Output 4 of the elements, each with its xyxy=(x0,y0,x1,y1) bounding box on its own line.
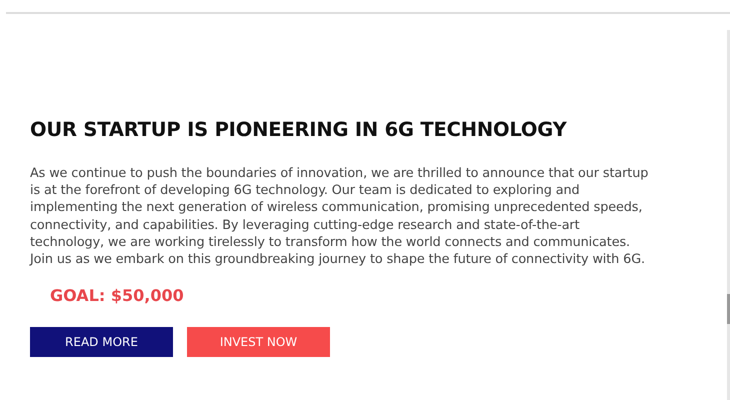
paragraph: As we continue to push the boundaries of innovation, we are thrilled to announce that our startup is at the forefront of developing 6G technology. Our team is dedicated to exploring and implementing the next generation of wireless communication, promising unprecedented speeds, connectivity, and capabilities. By leveraging cutting-edge research and state-of-the-art technology, we are working tirelessly to transform how the world connects and communicates. Join us as we embark on this groundbreaking journey to shape the future of connectivity with 6G. xyxy=(30,165,650,268)
heading: OUR STARTUP IS PIONEERING IN 6G TECHNOLOGY xyxy=(30,118,568,141)
read-more-button[interactable]: READ MORE xyxy=(30,327,173,358)
goal-amount: GOAL: $50,000 xyxy=(50,286,184,306)
